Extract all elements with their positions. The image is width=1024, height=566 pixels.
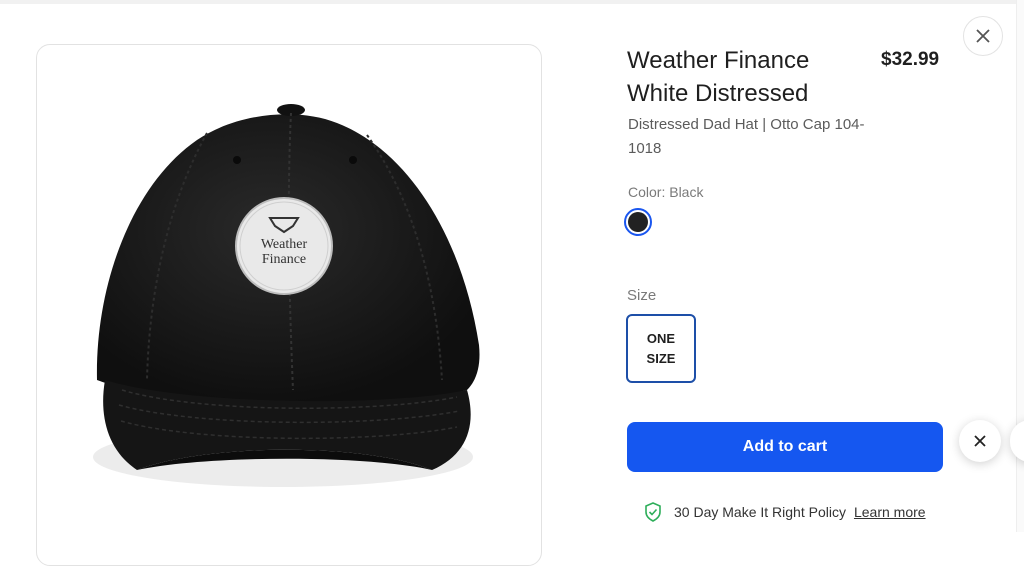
size-option-one-size[interactable]: ONE SIZE xyxy=(626,314,696,383)
policy-row: 30 Day Make It Right Policy Learn more xyxy=(644,500,926,524)
color-label: Color: Black xyxy=(628,184,704,200)
product-subtitle: Distressed Dad Hat | Otto Cap 104-1018 xyxy=(628,116,865,157)
policy-text: 30 Day Make It Right Policy xyxy=(674,504,846,520)
patch-text-line-1: Weather xyxy=(261,237,308,252)
close-icon xyxy=(976,29,990,43)
product-image-card: Weather Finance xyxy=(36,44,542,566)
close-floating-button[interactable] xyxy=(959,420,1001,462)
product-title: Weather Finance White Distressed xyxy=(627,47,810,107)
close-icon xyxy=(974,435,986,447)
product-price: $32.99 xyxy=(881,49,940,70)
close-dialog-button[interactable] xyxy=(963,16,1003,56)
shield-check-icon xyxy=(644,502,662,522)
product-image: Weather Finance xyxy=(93,104,480,487)
patch-text-line-2: Finance xyxy=(262,252,306,267)
size-label: Size xyxy=(627,287,657,304)
color-swatch-black[interactable] xyxy=(624,208,652,236)
floating-chat-chip[interactable] xyxy=(1010,420,1024,462)
swatch-fill xyxy=(628,212,648,232)
add-to-cart-button[interactable]: Add to cart xyxy=(627,422,943,472)
learn-more-link[interactable]: Learn more xyxy=(854,504,926,520)
top-border xyxy=(0,0,1024,4)
